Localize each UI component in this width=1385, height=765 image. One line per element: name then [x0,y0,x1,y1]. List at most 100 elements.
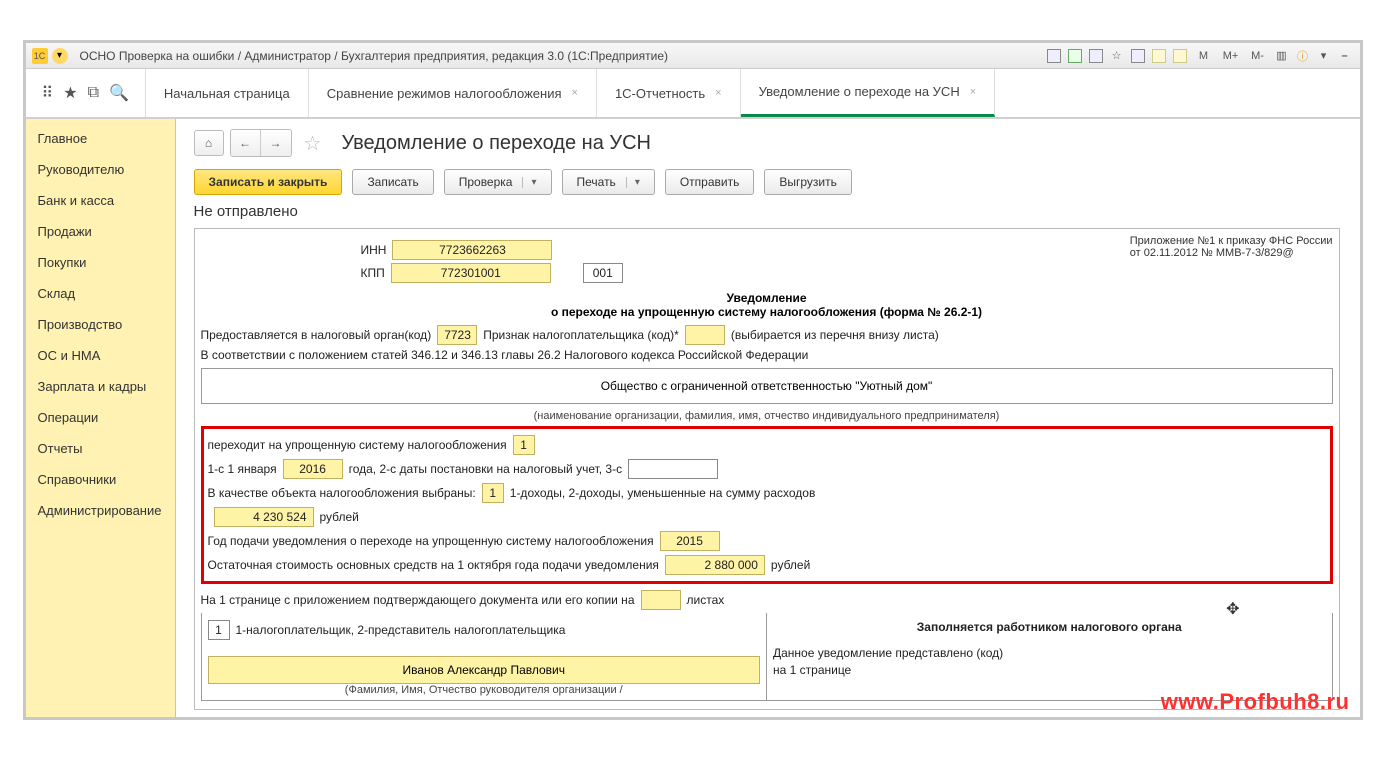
titlebar: 1С ▾ ОСНО Проверка на ошибки / Администр… [26,43,1360,69]
close-icon[interactable]: × [572,87,578,99]
minimize-icon[interactable]: – [1336,48,1354,64]
yearfrom-label-a: 1-с 1 января [208,462,277,476]
toolbar-btn-7[interactable] [1171,48,1189,64]
inn-label: ИНН [361,243,387,257]
form-area: Приложение №1 к приказу ФНС России от 02… [194,228,1340,710]
income-field[interactable]: 4 230 524 [214,507,314,527]
inn-field[interactable]: 7723662263 [392,240,552,260]
sidebar-item-manager[interactable]: Руководителю [26,154,175,185]
save-close-button[interactable]: Записать и закрыть [194,169,343,195]
save-button[interactable]: Записать [352,169,433,195]
tax-org-field[interactable]: 7723 [437,325,477,345]
sidebar-item-bank[interactable]: Банк и касса [26,185,175,216]
toolbar-btn-5[interactable] [1129,48,1147,64]
export-button[interactable]: Выгрузить [764,169,852,195]
sidebar-item-main[interactable]: Главное [26,123,175,154]
apps-icon[interactable]: ⠿ [42,83,54,103]
send-button[interactable]: Отправить [665,169,755,195]
kpp-label: КПП [361,266,385,280]
year-from-field[interactable]: 2016 [283,459,343,479]
attach-label-a: На 1 странице с приложением подтверждающ… [201,593,635,607]
attach-label-b: листах [687,593,725,607]
sidebar-item-warehouse[interactable]: Склад [26,278,175,309]
sidebar: Главное Руководителю Банк и касса Продаж… [26,119,176,717]
app-icon: 1С [32,48,48,64]
m-plus-button[interactable]: M+ [1219,48,1243,64]
asset-field[interactable]: 2 880 000 [665,555,765,575]
date-3c-field[interactable] [628,459,718,479]
tab-compare[interactable]: Сравнение режимов налогообложения× [309,69,597,117]
sidebar-item-assets[interactable]: ОС и НМА [26,340,175,371]
m-button[interactable]: M [1192,48,1216,64]
watermark: www.Profbuh8.ru [1161,689,1350,715]
tab-usn-notice[interactable]: Уведомление о переходе на УСН× [741,69,996,117]
sidebar-item-admin[interactable]: Администрирование [26,495,175,526]
kpp-field[interactable]: 772301001 [391,263,551,283]
rep-name-field[interactable]: Иванов Александр Павлович [208,656,761,684]
close-icon[interactable]: × [715,87,721,99]
employee-heading: Заполняется работником налогового органа [773,620,1326,634]
sidebar-item-operations[interactable]: Операции [26,402,175,433]
home-button[interactable]: ⌂ [194,130,224,156]
sidebar-item-payroll[interactable]: Зарплата и кадры [26,371,175,402]
status-text: Не отправлено [194,203,1340,220]
rep-code-field[interactable]: 1 [208,620,230,640]
favorites-icon[interactable]: ★ [63,83,77,103]
sidebar-item-sales[interactable]: Продажи [26,216,175,247]
tab-reporting[interactable]: 1С-Отчетность× [597,69,741,117]
toolbar-btn-2[interactable] [1066,48,1084,64]
check-button[interactable]: Проверка▾ [444,169,552,195]
sidebar-item-production[interactable]: Производство [26,309,175,340]
toolbar-btn-4[interactable]: ☆ [1108,48,1126,64]
law-ref: В соответствии с положением статей 346.1… [201,348,1333,362]
history-icon[interactable]: ⧉ [88,84,99,102]
window-title: ОСНО Проверка на ошибки / Администратор … [80,49,669,63]
toolbar-btn-1[interactable] [1045,48,1063,64]
attach-pages-field[interactable] [641,590,681,610]
notice-year-field[interactable]: 2015 [660,531,720,551]
panels-icon[interactable]: ▥ [1273,48,1291,64]
content: ⌂ ← → ☆ Уведомление о переходе на УСН За… [176,119,1360,717]
back-button[interactable]: ← [231,130,261,156]
highlighted-section: переходит на упрощенную систему налогооб… [201,426,1333,584]
payer-sign-label: Признак налогоплательщика (код)* [483,328,679,342]
rubles-label-2: рублей [771,558,810,572]
appendix-info: Приложение №1 к приказу ФНС России от 02… [1130,235,1333,259]
object-label-b: 1-доходы, 2-доходы, уменьшенные на сумму… [510,486,816,500]
form-subheading: о переходе на упрощенную систему налогоо… [201,305,1333,319]
sidebar-item-refs[interactable]: Справочники [26,464,175,495]
page-title: Уведомление о переходе на УСН [342,132,651,155]
forward-button[interactable]: → [261,130,291,156]
toolbar-btn-6[interactable] [1150,48,1168,64]
rep-label: 1-налогоплательщик, 2-представитель нало… [236,623,566,637]
yearfrom-label-b: года, 2-с даты постановки на налоговый у… [349,462,623,476]
object-code-field[interactable]: 1 [482,483,504,503]
form-heading: Уведомление [201,291,1333,305]
payer-sign-field[interactable] [685,325,725,345]
close-icon[interactable]: × [970,86,976,98]
sidebar-item-purchases[interactable]: Покупки [26,247,175,278]
transition-code-field[interactable]: 1 [513,435,535,455]
org-name-box[interactable]: Общество с ограниченной ответственностью… [201,368,1333,404]
toolbar-btn-3[interactable] [1087,48,1105,64]
app-menu-caret[interactable]: ▾ [52,48,68,64]
tab-home[interactable]: Начальная страница [146,69,309,117]
dropdown-icon[interactable]: ▾ [1315,48,1333,64]
object-label-a: В качестве объекта налогообложения выбра… [208,486,476,500]
employee-line2: на 1 странице [773,663,1326,677]
sidebar-item-reports[interactable]: Отчеты [26,433,175,464]
search-icon[interactable]: 🔍 [109,83,129,103]
asset-label: Остаточная стоимость основных средств на… [208,558,659,572]
notice-year-label: Год подачи уведомления о переходе на упр… [208,534,654,548]
rubles-label: рублей [320,510,359,524]
print-button[interactable]: Печать▾ [562,169,655,195]
star-icon[interactable]: ☆ [298,130,328,156]
info-icon[interactable]: ⓘ [1294,48,1312,64]
org-name-hint: (наименование организации, фамилия, имя,… [201,410,1333,422]
m-minus-button[interactable]: M- [1246,48,1270,64]
page-number-field: 001 [583,263,623,283]
rep-name-hint: (Фамилия, Имя, Отчество руководителя орг… [208,684,761,696]
topbar: ⠿ ★ ⧉ 🔍 Начальная страница Сравнение реж… [26,69,1360,119]
payer-sign-hint: (выбирается из перечня внизу листа) [731,328,939,342]
employee-line1: Данное уведомление представлено (код) [773,646,1326,660]
